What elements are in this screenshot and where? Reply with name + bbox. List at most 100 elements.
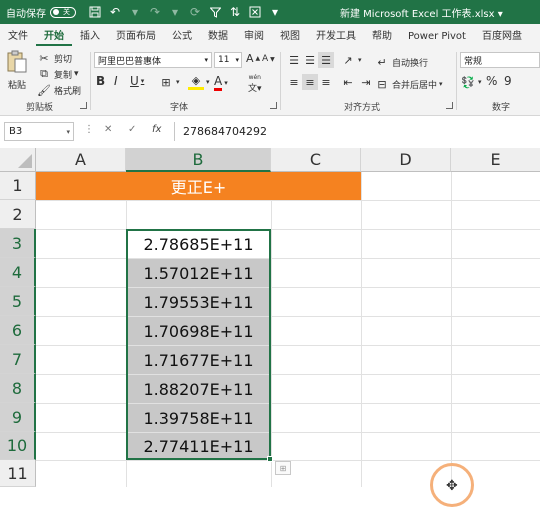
redo-icon[interactable]: ↷ <box>146 3 164 21</box>
undo-dropdown-icon[interactable]: ▾ <box>126 3 144 21</box>
align-left-button[interactable]: ≡ <box>286 74 302 90</box>
column-header-e[interactable]: E <box>451 148 540 172</box>
tab-review[interactable]: 审阅 <box>236 27 272 46</box>
excel-export-icon[interactable] <box>246 3 264 21</box>
align-left-icon: ≡ <box>289 75 299 89</box>
banner-cell[interactable]: 更正E+ <box>36 172 361 200</box>
clipboard-launcher-icon[interactable] <box>80 102 87 109</box>
font-color-button[interactable]: A ▾ <box>214 74 228 91</box>
borders-icon: ⊞ <box>161 75 171 89</box>
tab-home[interactable]: 开始 <box>36 27 72 46</box>
percent-button[interactable]: % <box>486 74 497 88</box>
tab-file[interactable]: 文件 <box>0 27 36 46</box>
fill-color-button[interactable]: ◈ ▾ <box>188 74 210 90</box>
comma-style-button[interactable]: 9 <box>504 74 512 88</box>
row-header-3[interactable]: 3 <box>0 229 36 258</box>
refresh-icon[interactable]: ⟳ <box>186 3 204 21</box>
italic-button[interactable]: I <box>114 74 118 88</box>
borders-button[interactable]: ⊞ ▾ <box>158 74 179 90</box>
tab-baidu-netdisk[interactable]: 百度网盘 <box>474 27 530 46</box>
number-format-select[interactable]: 常规 <box>460 52 540 68</box>
tab-formulas[interactable]: 公式 <box>164 27 200 46</box>
paint-bucket-icon: ◈ <box>188 74 204 90</box>
row-header-6[interactable]: 6 <box>0 316 36 345</box>
grow-font-button[interactable]: A ▲ <box>246 52 260 65</box>
sort-icon[interactable]: ⇅ <box>226 3 244 21</box>
row-header-9[interactable]: 9 <box>0 403 36 432</box>
window-title: 新建 Microsoft Excel 工作表.xlsx ▾ <box>340 8 503 20</box>
customize-toolbar-icon[interactable]: ▾ <box>266 3 284 21</box>
align-top-button[interactable]: ☰ <box>286 52 302 68</box>
row-header-11[interactable]: 11 <box>0 460 36 487</box>
quick-access-toolbar: ↶ ▾ ↷ ▾ ⟳ ⇅ ▾ <box>86 3 284 21</box>
formula-input[interactable]: 278684704292 <box>174 122 540 141</box>
tab-view[interactable]: 视图 <box>272 27 308 46</box>
align-bottom-icon: ☰ <box>321 53 331 67</box>
wrap-text-button[interactable]: ↵ 自动换行 <box>374 54 428 70</box>
align-center-button[interactable]: ≡ <box>302 74 318 90</box>
bold-button[interactable]: B <box>96 74 105 88</box>
align-right-button[interactable]: ≡ <box>318 74 334 90</box>
cursor-icon: ✥ <box>446 478 458 494</box>
row-header-4[interactable]: 4 <box>0 258 36 287</box>
row-header-10[interactable]: 10 <box>0 432 36 460</box>
align-center-icon: ≡ <box>305 75 315 89</box>
column-header-c[interactable]: C <box>271 148 361 172</box>
phonetic-button[interactable]: wén 文▾ <box>248 74 262 94</box>
column-header-a[interactable]: A <box>36 148 126 172</box>
font-launcher-icon[interactable] <box>270 102 277 109</box>
align-right-icon: ≡ <box>321 75 331 89</box>
tab-help[interactable]: 帮助 <box>364 27 400 46</box>
currency-icon: 💱 <box>461 75 475 89</box>
format-painter-button[interactable]: 🖌 格式刷 <box>36 82 81 98</box>
tab-insert[interactable]: 插入 <box>72 27 108 46</box>
align-middle-icon: ☰ <box>305 53 315 67</box>
chevron-down-icon: ▾ <box>66 127 70 136</box>
align-middle-button[interactable]: ☰ <box>302 52 318 68</box>
orientation-button[interactable]: ↗ ▾ <box>340 52 361 68</box>
insert-function-icon[interactable]: fx <box>152 124 161 135</box>
row-header-8[interactable]: 8 <box>0 374 36 403</box>
align-top-icon: ☰ <box>289 53 299 67</box>
row-header-2[interactable]: 2 <box>0 200 36 229</box>
merge-center-button[interactable]: ⊟ 合并后居中 ▾ <box>374 76 442 92</box>
font-group-label: 字体 <box>170 103 189 113</box>
name-box[interactable]: B3 ▾ <box>4 122 74 141</box>
save-icon[interactable] <box>86 3 104 21</box>
undo-icon[interactable]: ↶ <box>106 3 124 21</box>
mouse-cursor-highlight: ✥ <box>430 463 474 507</box>
underline-button[interactable]: U ▾ <box>130 74 144 88</box>
shrink-font-button[interactable]: A ▼ <box>262 54 275 64</box>
copy-button[interactable]: ⧉ 复制 ▾ <box>36 66 78 82</box>
column-header-b[interactable]: B <box>126 148 271 172</box>
cancel-icon[interactable]: ✕ <box>104 124 112 135</box>
indent-icon: ⇤ <box>343 75 353 89</box>
align-bottom-button[interactable]: ☰ <box>318 52 334 68</box>
wrap-text-icon: ↵ <box>377 55 387 69</box>
fill-handle[interactable] <box>267 456 273 462</box>
paste-icon <box>6 50 28 77</box>
clipboard-group-label: 剪贴板 <box>26 103 54 113</box>
autosave-toggle[interactable]: 关 <box>50 6 76 18</box>
tab-developer[interactable]: 开发工具 <box>308 27 364 46</box>
font-size-select[interactable]: 11 ▾ <box>214 52 242 68</box>
enter-icon[interactable]: ✓ <box>128 124 136 135</box>
ribbon-tabs: 文件 开始 插入 页面布局 公式 数据 审阅 视图 开发工具 帮助 Power … <box>0 24 540 46</box>
font-name-select[interactable]: 阿里巴巴普惠体 ▾ <box>94 52 212 68</box>
cut-button[interactable]: ✂ 剪切 <box>36 50 72 66</box>
row-header-5[interactable]: 5 <box>0 287 36 316</box>
filter-icon[interactable] <box>206 3 224 21</box>
row-header-7[interactable]: 7 <box>0 345 36 374</box>
tab-data[interactable]: 数据 <box>200 27 236 46</box>
quick-analysis-icon[interactable]: ⊞ <box>275 461 291 475</box>
row-header-1[interactable]: 1 <box>0 172 36 200</box>
column-header-d[interactable]: D <box>361 148 451 172</box>
accounting-format-button[interactable]: 💱 ▾ <box>460 74 481 90</box>
tab-power-pivot[interactable]: Power Pivot <box>400 31 474 46</box>
redo-dropdown-icon[interactable]: ▾ <box>166 3 184 21</box>
select-all-button[interactable] <box>0 148 36 172</box>
paste-button[interactable]: 粘贴 <box>6 50 28 91</box>
indent-button[interactable]: ⇤ ⇥ <box>340 74 374 90</box>
alignment-launcher-icon[interactable] <box>446 102 453 109</box>
tab-page-layout[interactable]: 页面布局 <box>108 27 164 46</box>
